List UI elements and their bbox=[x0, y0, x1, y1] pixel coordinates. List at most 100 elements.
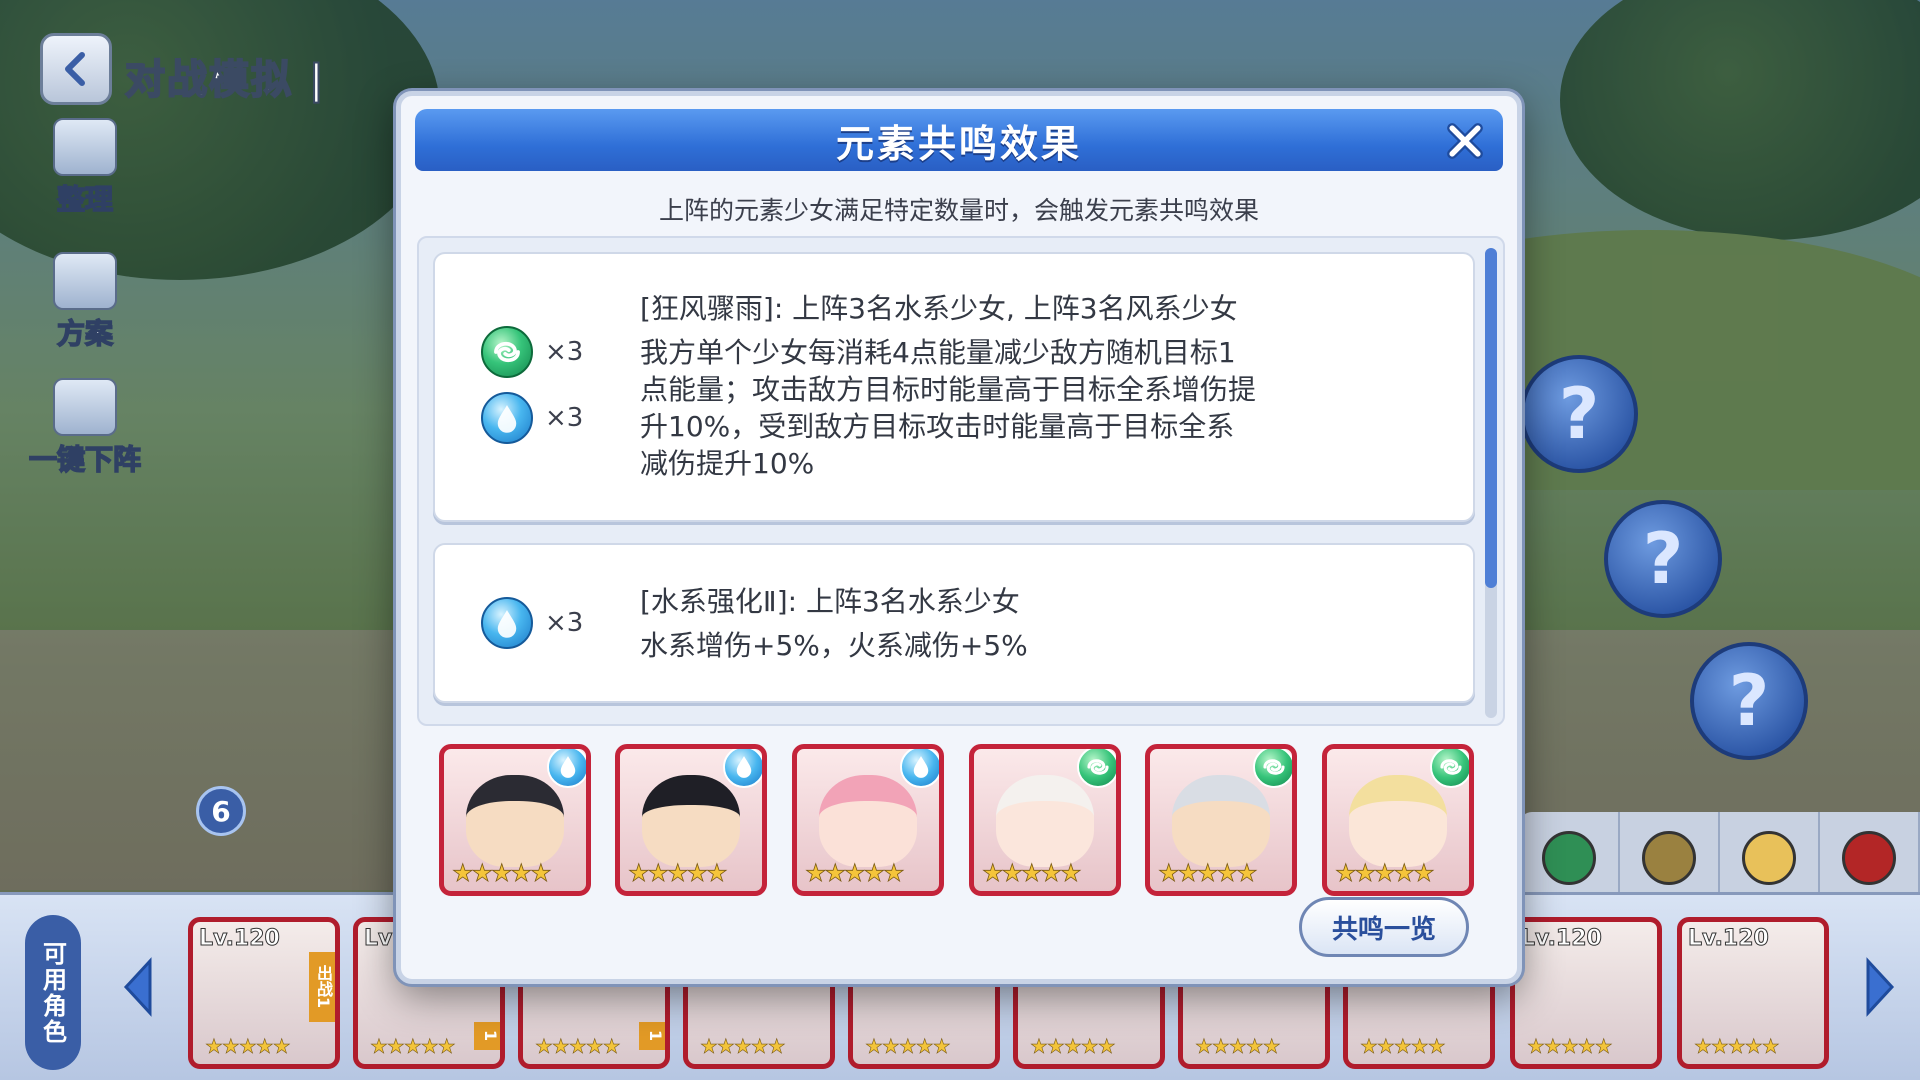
mystery-slot[interactable]: ? bbox=[1520, 355, 1638, 473]
remove-all-label: 一键下阵 bbox=[28, 442, 142, 477]
roster-next-arrow-icon[interactable] bbox=[1862, 957, 1898, 1017]
card-stars: ★★★★★ bbox=[865, 1034, 951, 1059]
page-title-suffix: | bbox=[308, 56, 326, 104]
water-element-icon bbox=[481, 392, 533, 444]
effect-name: [水系强化Ⅱ]: 上阵3名水系少女 bbox=[640, 585, 1020, 618]
plans-icon bbox=[53, 252, 117, 310]
wind-element-badge-icon bbox=[1077, 749, 1116, 788]
team-member-card[interactable]: ★★★★★ bbox=[792, 744, 944, 896]
water-element-badge-icon bbox=[900, 749, 939, 788]
character-portrait bbox=[466, 775, 564, 867]
effect-name: [狂风骤雨]: 上阵3名水系少女, 上阵3名风系少女 bbox=[640, 292, 1238, 325]
member-stars: ★★★★★ bbox=[452, 859, 552, 888]
team-member-card[interactable]: ★★★★★ bbox=[439, 744, 591, 896]
roster-prev-arrow-icon[interactable] bbox=[120, 957, 156, 1017]
element-requirement: ×3 bbox=[481, 597, 583, 649]
earth-gem-icon bbox=[1642, 831, 1696, 885]
character-portrait bbox=[1172, 775, 1270, 867]
dark-gem-icon bbox=[1842, 831, 1896, 885]
resonance-effects-list[interactable]: ×3 ×3 [狂风骤雨]: 上阵3名水系少女, 上阵3名风系少女 我方单个少女每… bbox=[417, 236, 1505, 726]
resonance-overview-button[interactable]: 共鸣一览 bbox=[1299, 897, 1469, 957]
plans-button[interactable]: 方案 bbox=[20, 252, 150, 352]
card-stars: ★★★★★ bbox=[1360, 1034, 1446, 1059]
card-stars: ★★★★★ bbox=[1030, 1034, 1116, 1059]
light-gem-icon bbox=[1742, 831, 1796, 885]
mystery-slot[interactable]: ? bbox=[1690, 642, 1808, 760]
page-title-text: 对战模拟 bbox=[124, 56, 293, 104]
card-stars: ★★★★★ bbox=[1195, 1034, 1281, 1059]
requirement-count: ×3 bbox=[545, 608, 584, 638]
mystery-slot[interactable]: ? bbox=[1604, 500, 1722, 618]
roster-card[interactable]: Lv.120 ★★★★★ bbox=[1510, 917, 1662, 1069]
current-team-row: ★★★★★ ★★★★★ ★★★★★ ★★★★★ ★★★★★ ★★★★★ bbox=[439, 744, 1474, 900]
requirement-count: ×3 bbox=[545, 403, 584, 433]
effect-text: [水系强化Ⅱ]: 上阵3名水系少女 水系增伤+5%，火系减伤+5% bbox=[640, 583, 1028, 664]
card-level: Lv bbox=[363, 926, 393, 952]
roster-card[interactable]: Lv.120 ★★★★★ bbox=[1677, 917, 1829, 1069]
plans-label: 方案 bbox=[56, 316, 114, 351]
wind-element-badge-icon bbox=[1253, 749, 1292, 788]
water-element-icon bbox=[481, 597, 533, 649]
close-icon bbox=[1447, 123, 1483, 159]
water-element-badge-icon bbox=[723, 749, 762, 788]
character-portrait bbox=[996, 775, 1094, 867]
modal-title: 元素共鸣效果 bbox=[835, 121, 1082, 166]
card-stars: ★★★★★ bbox=[1694, 1034, 1780, 1059]
roster-card[interactable]: Lv.120 出战1 ★★★★★ bbox=[188, 917, 340, 1069]
card-stars: ★★★★★ bbox=[700, 1034, 786, 1059]
element-requirement: ×3 bbox=[481, 392, 583, 444]
team-member-card[interactable]: ★★★★★ bbox=[615, 744, 767, 896]
resonance-effect-card: ×3 [水系强化Ⅱ]: 上阵3名水系少女 水系增伤+5%，火系减伤+5% bbox=[433, 543, 1475, 703]
wind-gem-icon bbox=[1542, 831, 1596, 885]
member-stars: ★★★★★ bbox=[1335, 859, 1435, 888]
effect-description: 我方单个少女每消耗4点能量减少敌方随机目标1 点能量；攻击敌方目标时能量高于目标… bbox=[640, 336, 1257, 480]
member-stars: ★★★★★ bbox=[982, 859, 1082, 888]
card-level: Lv.120 bbox=[1688, 926, 1770, 952]
page-title: 对战模拟 | bbox=[124, 47, 326, 105]
member-stars: ★★★★★ bbox=[628, 859, 728, 888]
card-level: Lv.120 bbox=[1521, 926, 1603, 952]
modal-header: 元素共鸣效果 bbox=[415, 109, 1503, 171]
effects-scrollbar[interactable] bbox=[1485, 248, 1497, 718]
character-portrait bbox=[1349, 775, 1447, 867]
card-deployed-tag: 1 bbox=[639, 1022, 665, 1050]
card-stars: ★★★★★ bbox=[370, 1034, 456, 1059]
organize-label: 整理 bbox=[56, 182, 114, 217]
scrollbar-thumb[interactable] bbox=[1485, 248, 1497, 588]
card-level: Lv.120 bbox=[199, 926, 281, 952]
wind-element-badge-icon bbox=[1430, 749, 1469, 788]
modal-subtitle: 上阵的元素少女满足特定数量时，会触发元素共鸣效果 bbox=[658, 196, 1259, 225]
member-stars: ★★★★★ bbox=[805, 859, 905, 888]
water-element-badge-icon bbox=[547, 749, 586, 788]
organize-button[interactable]: 整理 bbox=[20, 118, 150, 218]
close-button[interactable] bbox=[1441, 117, 1489, 165]
element-requirement: ×3 bbox=[481, 326, 583, 378]
element-resonance-modal: 元素共鸣效果 上阵的元素少女满足特定数量时，会触发元素共鸣效果 ×3 ×3 [狂… bbox=[396, 91, 1522, 984]
member-stars: ★★★★★ bbox=[1158, 859, 1258, 888]
available-characters-tab[interactable]: 可用角色 bbox=[25, 915, 81, 1070]
element-tab-light[interactable] bbox=[1720, 812, 1820, 904]
remove-all-button[interactable]: 一键下阵 bbox=[20, 378, 150, 478]
remove-all-icon bbox=[53, 378, 117, 436]
team-member-card[interactable]: ★★★★★ bbox=[1322, 744, 1474, 896]
card-stars: ★★★★★ bbox=[535, 1034, 621, 1059]
element-tab-dark[interactable] bbox=[1820, 812, 1920, 904]
wind-element-icon bbox=[481, 326, 533, 378]
element-filter-tabs bbox=[1520, 812, 1920, 904]
organize-icon bbox=[53, 118, 117, 176]
team-member-card[interactable]: ★★★★★ bbox=[969, 744, 1121, 896]
team-member-card[interactable]: ★★★★★ bbox=[1145, 744, 1297, 896]
resonance-effect-card: ×3 ×3 [狂风骤雨]: 上阵3名水系少女, 上阵3名风系少女 我方单个少女每… bbox=[433, 252, 1475, 522]
element-tab-earth[interactable] bbox=[1620, 812, 1720, 904]
card-stars: ★★★★★ bbox=[205, 1034, 291, 1059]
card-stars: ★★★★★ bbox=[1527, 1034, 1613, 1059]
character-portrait bbox=[642, 775, 740, 867]
element-tab-wind[interactable] bbox=[1520, 812, 1620, 904]
card-deployed-tag: 出战1 bbox=[309, 952, 335, 1022]
chevron-left-icon bbox=[65, 52, 85, 86]
back-button[interactable] bbox=[40, 33, 112, 105]
effect-text: [狂风骤雨]: 上阵3名水系少女, 上阵3名风系少女 我方单个少女每消耗4点能量… bbox=[640, 290, 1256, 482]
card-deployed-tag: 1 bbox=[474, 1022, 500, 1050]
character-portrait bbox=[819, 775, 917, 867]
effect-description: 水系增伤+5%，火系减伤+5% bbox=[640, 629, 1028, 662]
